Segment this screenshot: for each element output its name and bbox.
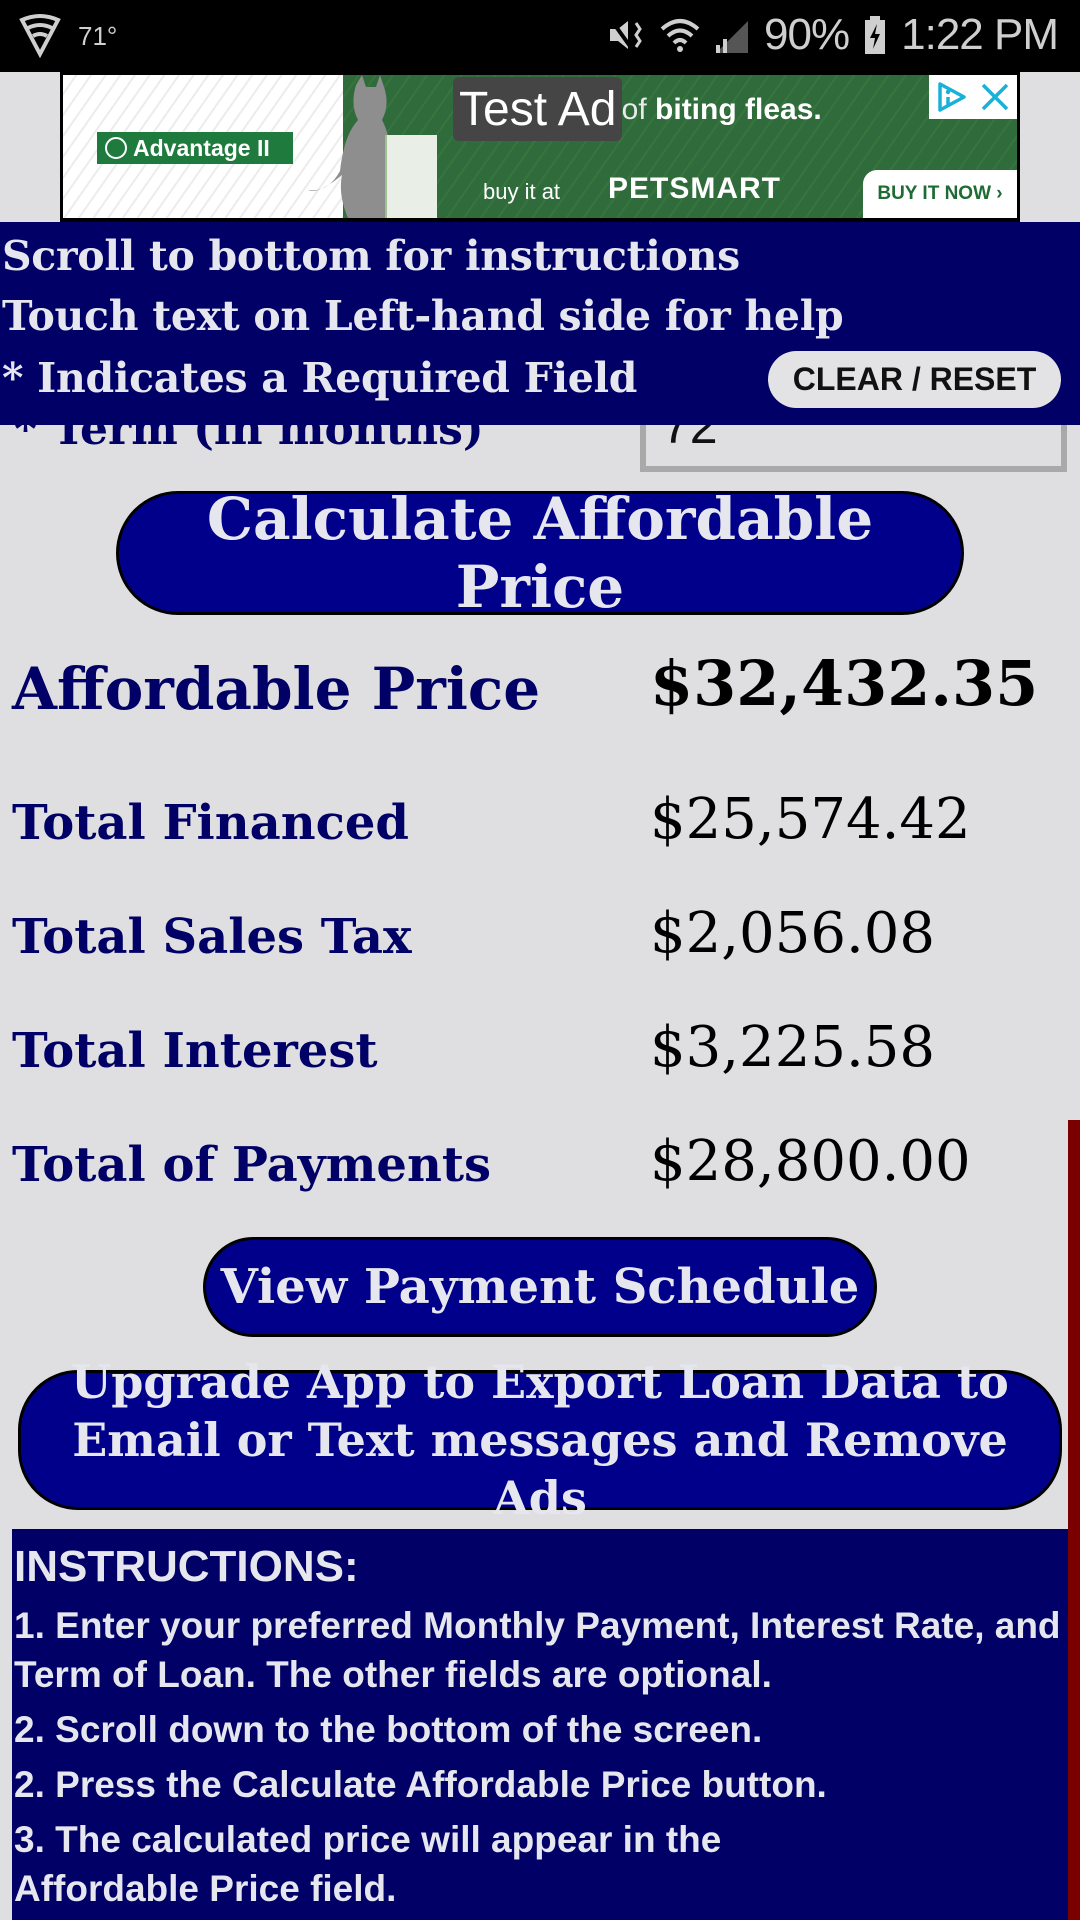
security-shield-icon	[18, 14, 62, 58]
clock: 1:22 PM	[901, 10, 1059, 59]
result-affordable-price: Affordable Price $32,432.35	[0, 647, 1060, 735]
test-ad-label: Test Ad	[453, 77, 623, 141]
result-total-of-payments: Total of Payments $28,800.00	[0, 1129, 1060, 1217]
result-label[interactable]: Total Financed	[12, 795, 409, 851]
ad-buy-text: buy it at	[483, 179, 561, 204]
temperature: 71°	[78, 20, 118, 51]
instruction-item: 2. Press the Calculate Affordable Price …	[14, 1764, 827, 1805]
ad-banner[interactable]: Advantage II misery of biting fleas. buy…	[63, 75, 1017, 218]
clear-reset-button[interactable]: CLEAR / RESET	[768, 351, 1061, 408]
adchoices-icon[interactable]	[929, 75, 973, 119]
result-total-interest: Total Interest $3,225.58	[0, 1015, 1060, 1103]
result-label[interactable]: Total Sales Tax	[12, 909, 412, 965]
ad-close-icon[interactable]	[973, 75, 1017, 119]
app-header: Scroll to bottom for instructions Touch …	[0, 222, 1080, 425]
header-help-hint: Touch text on Left-hand side for help	[2, 292, 844, 340]
result-value: $28,800.00	[650, 1129, 971, 1194]
result-value: $32,432.35	[650, 647, 1039, 720]
instruction-item: 1. Enter your preferred Monthly Payment,…	[14, 1605, 1061, 1695]
view-payment-schedule-button[interactable]: View Payment Schedule	[203, 1237, 877, 1337]
battery-percent: 90%	[764, 10, 850, 59]
result-value: $25,574.42	[650, 787, 971, 852]
result-value: $2,056.08	[650, 901, 936, 966]
calculate-affordable-price-button[interactable]: Calculate Affordable Price	[116, 485, 964, 621]
ad-retailer-logo: PETSMART	[608, 172, 781, 205]
ad-brand-logo: Advantage II	[97, 132, 293, 164]
scrollbar-thumb[interactable]	[1068, 1120, 1080, 1920]
header-scroll-hint: Scroll to bottom for instructions	[2, 232, 740, 280]
ad-buy-now-button[interactable]: BUY IT NOW ›	[863, 170, 1017, 218]
result-label[interactable]: Affordable Price	[12, 655, 540, 723]
header-required-hint: * Indicates a Required Field	[2, 354, 638, 402]
result-total-sales-tax: Total Sales Tax $2,056.08	[0, 901, 1060, 989]
signal-icon	[714, 15, 750, 55]
upgrade-app-button[interactable]: Upgrade App to Export Loan Data to Email…	[18, 1355, 1062, 1525]
battery-charging-icon	[863, 15, 887, 55]
result-label[interactable]: Total Interest	[12, 1023, 378, 1079]
result-value: $3,225.58	[650, 1015, 936, 1080]
instructions-panel: INSTRUCTIONS: 1. Enter your preferred Mo…	[12, 1529, 1068, 1920]
bayer-cross-icon	[105, 137, 127, 159]
ad-product-box	[385, 135, 437, 218]
result-label[interactable]: Total of Payments	[12, 1137, 491, 1193]
wifi-icon	[660, 15, 700, 55]
result-total-financed: Total Financed $25,574.42	[0, 787, 1060, 875]
instructions-title: INSTRUCTIONS:	[14, 1542, 359, 1591]
status-bar: 71° 90% 1:22 PM	[0, 0, 1080, 72]
vibrate-mute-icon	[606, 15, 646, 55]
instruction-item: 3. The calculated price will appear in t…	[14, 1819, 722, 1909]
instruction-item: 2. Scroll down to the bottom of the scre…	[14, 1709, 763, 1750]
